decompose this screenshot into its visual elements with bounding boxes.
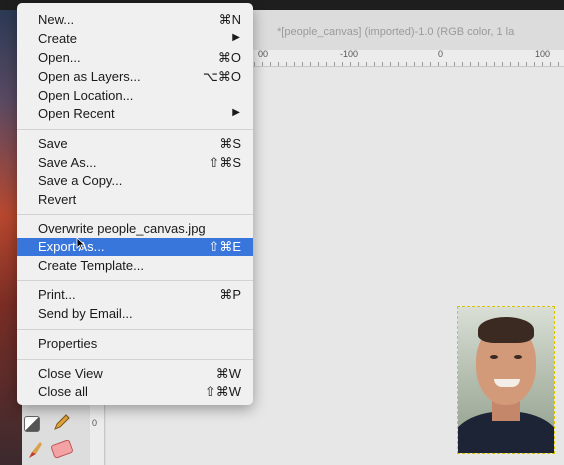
menu-item-open-location[interactable]: Open Location... [17, 87, 253, 105]
menu-item-save-as[interactable]: Save As... ⇧⌘S [17, 154, 253, 172]
menu-item-close-all[interactable]: Close all ⇧⌘W [17, 383, 253, 401]
menu-item-create-template[interactable]: Create Template... [17, 257, 253, 275]
menu-item-label: Create Template... [38, 258, 144, 273]
menu-item-create[interactable]: Create ▶ [17, 30, 253, 48]
submenu-arrow-icon: ▶ [232, 107, 240, 118]
menu-item-label: Overwrite people_canvas.jpg [38, 221, 206, 236]
menu-item-label: Print... [38, 287, 76, 302]
ruler-tick: 0 [438, 49, 444, 59]
menu-separator [17, 359, 253, 360]
menu-item-new[interactable]: New... ⌘N [17, 11, 253, 29]
menu-separator [17, 129, 253, 130]
menu-item-open-as-layers[interactable]: Open as Layers... ⌥⌘O [17, 68, 253, 86]
ruler-tick: -100 [340, 49, 359, 59]
paintbrush-tool-icon[interactable] [24, 440, 44, 460]
eraser-tool-icon[interactable] [50, 439, 74, 459]
menu-item-label: New... [38, 12, 75, 27]
menu-item-shortcut: ⌘O [217, 50, 241, 65]
toolbox [22, 402, 88, 465]
menu-item-label: Properties [38, 336, 98, 351]
menu-item-save[interactable]: Save ⌘S [17, 135, 253, 153]
menu-item-shortcut: ⌘W [215, 366, 241, 381]
menu-item-label: Open Recent [38, 106, 115, 121]
menu-item-label: Export As... [38, 239, 105, 254]
ruler-tick: 00 [258, 49, 269, 59]
menu-item-label: Revert [38, 192, 77, 207]
menu-item-label: Save [38, 136, 68, 151]
menu-item-shortcut: ⌥⌘O [202, 69, 241, 84]
menu-item-properties[interactable]: Properties [17, 335, 253, 353]
window-title-text: *[people_canvas] (imported)-1.0 (RGB col… [277, 26, 515, 38]
menu-item-label: Save a Copy... [38, 173, 123, 188]
menu-item-label: Open as Layers... [38, 69, 141, 84]
menu-separator [17, 214, 253, 215]
menu-item-label: Close all [38, 384, 88, 399]
menu-item-send-by-email[interactable]: Send by Email... [17, 305, 253, 323]
pencil-tool-icon[interactable] [52, 412, 72, 432]
menu-item-label: Close View [38, 366, 103, 381]
gradient-tool-icon[interactable] [24, 416, 40, 432]
menu-item-shortcut: ⌘S [219, 136, 241, 151]
image-layer-photo[interactable] [457, 306, 555, 454]
menu-item-shortcut: ⌘P [219, 287, 241, 302]
menu-item-shortcut: ⇧⌘W [204, 384, 241, 399]
menu-item-revert[interactable]: Revert [17, 191, 253, 209]
menu-item-label: Create [38, 31, 78, 46]
menu-item-shortcut: ⇧⌘E [208, 239, 241, 254]
menu-item-print[interactable]: Print... ⌘P [17, 286, 253, 304]
menu-item-label: Open Location... [38, 88, 134, 103]
menu-item-open-recent[interactable]: Open Recent ▶ [17, 105, 253, 123]
menu-item-shortcut: ⌘N [218, 12, 241, 27]
menu-separator [17, 329, 253, 330]
mouse-cursor-icon [76, 237, 86, 251]
menu-item-label: Send by Email... [38, 306, 133, 321]
menu-item-close-view[interactable]: Close View ⌘W [17, 365, 253, 383]
menu-item-export-as[interactable]: Export As... ⇧⌘E [17, 238, 253, 256]
ruler-tick: 0 [92, 418, 98, 428]
menu-item-label: Save As... [38, 155, 97, 170]
menu-item-overwrite-people-canvas-jpg[interactable]: Overwrite people_canvas.jpg [17, 220, 253, 238]
menu-item-shortcut: ⇧⌘S [208, 155, 241, 170]
ruler-tick: 100 [535, 49, 551, 59]
menu-item-label: Open... [38, 50, 81, 65]
submenu-arrow-icon: ▶ [232, 32, 240, 43]
menu-item-open[interactable]: Open... ⌘O [17, 49, 253, 67]
menu-item-save-a-copy[interactable]: Save a Copy... [17, 172, 253, 190]
file-menu: New... ⌘N Create ▶ Open... ⌘O Open as Layers..… [17, 3, 253, 405]
menu-separator [17, 280, 253, 281]
